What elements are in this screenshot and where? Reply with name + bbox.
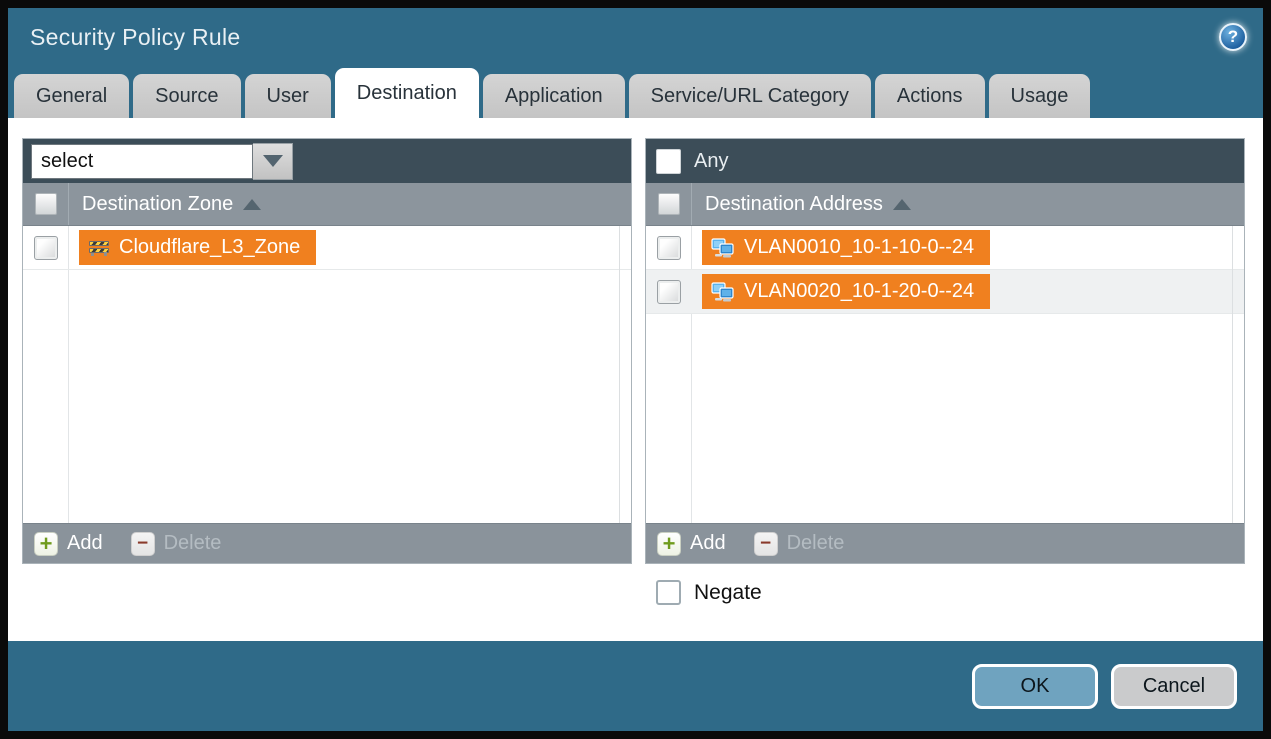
zone-select-dropdown-button[interactable] xyxy=(253,143,293,180)
plus-icon: + xyxy=(34,532,58,556)
tab-label: General xyxy=(36,85,107,108)
help-icon[interactable]: ? xyxy=(1219,23,1247,51)
chevron-down-icon xyxy=(263,155,283,167)
destination-address-column-header[interactable]: Destination Address xyxy=(646,183,1244,226)
dialog-footer: OK Cancel xyxy=(8,641,1263,731)
destination-address-panel: Any Destination Address xyxy=(645,138,1245,564)
minus-icon: − xyxy=(131,532,155,556)
row-checkbox[interactable] xyxy=(657,236,681,260)
zone-chip[interactable]: Cloudflare_L3_Zone xyxy=(79,230,316,265)
row-check-cell xyxy=(646,280,692,304)
page-title: Security Policy Rule xyxy=(30,24,241,51)
row-label: VLAN0010_10-1-10-0--24 xyxy=(744,236,974,259)
tab-label: Usage xyxy=(1011,85,1069,108)
destination-zone-panel: Destination Zone Cloudflare_L3_Zone + Ad… xyxy=(22,138,632,564)
tab-user[interactable]: User xyxy=(245,74,331,118)
row-check-cell xyxy=(23,236,69,260)
zone-header-check-cell xyxy=(23,183,69,225)
security-policy-rule-dialog: Security Policy Rule ? General Source Us… xyxy=(8,8,1263,731)
sort-ascending-icon xyxy=(893,199,911,210)
any-checkbox[interactable] xyxy=(656,149,681,174)
network-icon xyxy=(711,238,735,258)
panels-container: Destination Zone Cloudflare_L3_Zone + Ad… xyxy=(22,138,1263,564)
tab-source[interactable]: Source xyxy=(133,74,240,118)
plus-icon: + xyxy=(657,532,681,556)
network-icon xyxy=(711,282,735,302)
delete-address-button[interactable]: − Delete xyxy=(754,532,845,556)
tab-usage[interactable]: Usage xyxy=(989,74,1091,118)
delete-zone-button[interactable]: − Delete xyxy=(131,532,222,556)
tab-label: Application xyxy=(505,85,603,108)
add-button-label: Add xyxy=(690,532,726,555)
tab-label: Destination xyxy=(357,82,457,105)
address-list-item[interactable]: VLAN0020_10-1-20-0--24 xyxy=(646,270,1244,314)
minus-icon: − xyxy=(754,532,778,556)
add-button-label: Add xyxy=(67,532,103,555)
ok-button[interactable]: OK xyxy=(972,664,1098,709)
row-label: Cloudflare_L3_Zone xyxy=(119,236,300,259)
negate-label: Negate xyxy=(694,581,762,605)
tab-application[interactable]: Application xyxy=(483,74,625,118)
destination-address-list: VLAN0010_10-1-10-0--24 VLAN0020_10-1-20-… xyxy=(646,226,1244,523)
tab-label: Source xyxy=(155,85,218,108)
delete-button-label: Delete xyxy=(164,532,222,555)
address-list-item[interactable]: VLAN0010_10-1-10-0--24 xyxy=(646,226,1244,270)
sort-ascending-icon xyxy=(243,199,261,210)
any-label: Any xyxy=(694,150,728,173)
delete-button-label: Delete xyxy=(787,532,845,555)
row-check-cell xyxy=(646,236,692,260)
address-chip[interactable]: VLAN0010_10-1-10-0--24 xyxy=(702,230,990,265)
destination-tab-content: Destination Zone Cloudflare_L3_Zone + Ad… xyxy=(8,118,1263,641)
destination-zone-column-header[interactable]: Destination Zone xyxy=(23,183,631,226)
address-select-all-checkbox[interactable] xyxy=(658,193,680,215)
address-panel-footer: + Add − Delete xyxy=(646,523,1244,563)
tab-label: Service/URL Category xyxy=(651,85,849,108)
row-checkbox[interactable] xyxy=(657,280,681,304)
add-address-button[interactable]: + Add xyxy=(657,532,726,556)
column-header-label: Destination Zone xyxy=(82,193,233,216)
negate-row: Negate xyxy=(22,580,1263,605)
add-zone-button[interactable]: + Add xyxy=(34,532,103,556)
address-header-check-cell xyxy=(646,183,692,225)
tab-label: Actions xyxy=(897,85,963,108)
zone-panel-toolbar xyxy=(23,139,631,183)
tab-actions[interactable]: Actions xyxy=(875,74,985,118)
tab-general[interactable]: General xyxy=(14,74,129,118)
cancel-button[interactable]: Cancel xyxy=(1111,664,1237,709)
column-header-label: Destination Address xyxy=(705,193,883,216)
tab-service-url-category[interactable]: Service/URL Category xyxy=(629,74,871,118)
title-bar: Security Policy Rule ? xyxy=(8,8,1263,66)
row-checkbox[interactable] xyxy=(34,236,58,260)
tab-bar: General Source User Destination Applicat… xyxy=(8,66,1263,118)
zone-panel-footer: + Add − Delete xyxy=(23,523,631,563)
tab-label: User xyxy=(267,85,309,108)
address-panel-toolbar: Any xyxy=(646,139,1244,183)
zone-select-combo xyxy=(31,143,293,180)
zone-icon xyxy=(88,240,110,256)
row-label: VLAN0020_10-1-20-0--24 xyxy=(744,280,974,303)
address-chip[interactable]: VLAN0020_10-1-20-0--24 xyxy=(702,274,990,309)
zone-select-input[interactable] xyxy=(31,144,253,179)
tab-destination[interactable]: Destination xyxy=(335,68,479,118)
zone-select-all-checkbox[interactable] xyxy=(35,193,57,215)
any-checkbox-row: Any xyxy=(654,149,728,174)
zone-list-item[interactable]: Cloudflare_L3_Zone xyxy=(23,226,631,270)
negate-checkbox[interactable] xyxy=(656,580,681,605)
destination-zone-list: Cloudflare_L3_Zone xyxy=(23,226,631,523)
